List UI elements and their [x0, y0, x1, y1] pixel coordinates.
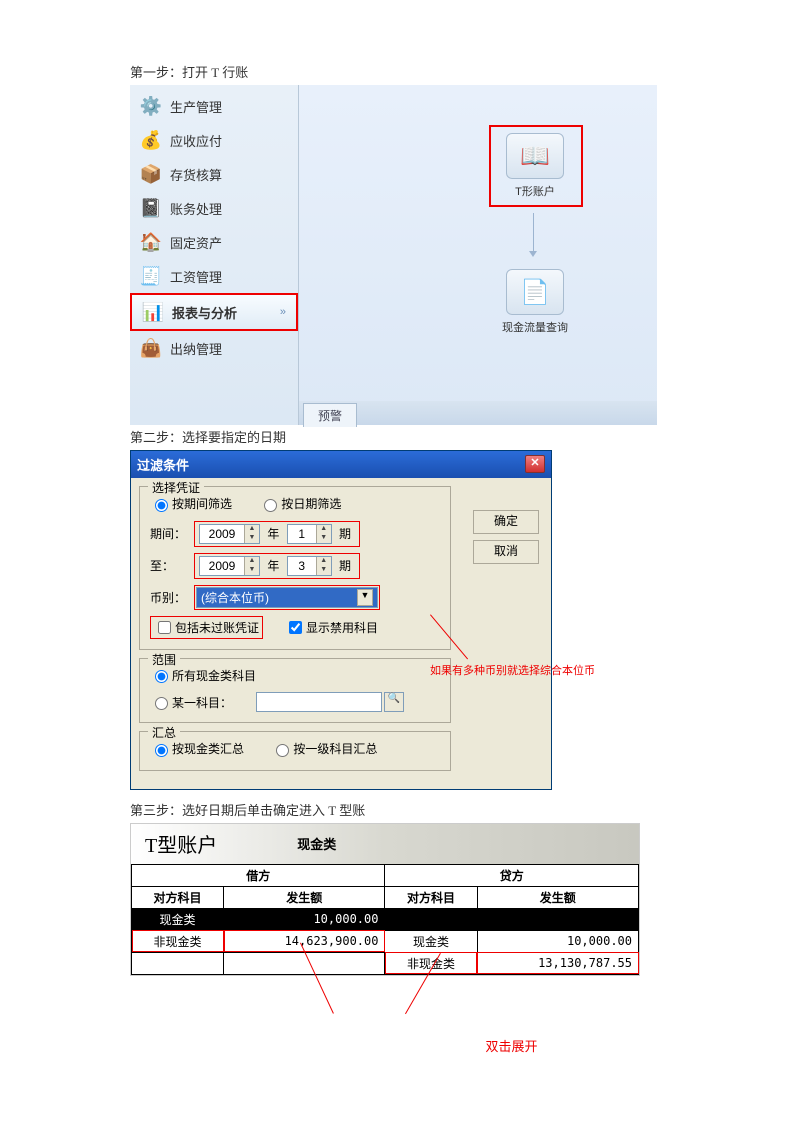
- module-icon: 💰: [138, 127, 164, 153]
- module-icon: 🏠: [138, 229, 164, 255]
- flow-arrow: [533, 213, 534, 255]
- radio-one-account[interactable]: 某一科目：: [150, 694, 232, 711]
- step1-panel: ⚙️生产管理💰应收应付📦存货核算📓账务处理🏠固定资产🧾工资管理📊报表与分析»👜出…: [130, 85, 657, 425]
- module-icon: 🧾: [138, 263, 164, 289]
- sidebar: ⚙️生产管理💰应收应付📦存货核算📓账务处理🏠固定资产🧾工资管理📊报表与分析»👜出…: [130, 85, 299, 425]
- tile-cashflow[interactable]: 📄 现金流量查询: [499, 269, 571, 335]
- module-icon: 👜: [138, 335, 164, 361]
- sidebar-item[interactable]: 📓账务处理: [130, 191, 298, 225]
- book-icon: 📖: [520, 142, 550, 171]
- currency-select[interactable]: (综合本位币)▼: [196, 587, 378, 608]
- filter-dialog: 过滤条件 ✕ 确定 取消 选择凭证 按期间筛选 按日期筛选 期间： 2009▲▼…: [130, 450, 552, 790]
- module-icon: 📓: [138, 195, 164, 221]
- tile-t-account[interactable]: 📖 T形账户: [499, 133, 571, 199]
- radio-date[interactable]: 按日期筛选: [259, 495, 341, 512]
- close-button[interactable]: ✕: [525, 455, 545, 473]
- sidebar-item[interactable]: 🧾工资管理: [130, 259, 298, 293]
- month-from[interactable]: 1▲▼: [287, 524, 332, 544]
- sidebar-item[interactable]: 🏠固定资产: [130, 225, 298, 259]
- chevron-right-icon: »: [280, 306, 286, 318]
- table-row[interactable]: 现金类10,000.00: [132, 908, 639, 930]
- month-to[interactable]: 3▲▼: [287, 556, 332, 576]
- main-area: 📖 T形账户 📄 现金流量查询 预警: [299, 85, 657, 425]
- t-account-panel: T型账户 现金类 借方贷方 对方科目发生额对方科目发生额 现金类10,000.0…: [130, 823, 640, 976]
- tab-warning[interactable]: 预警: [303, 403, 357, 427]
- radio-sum-l1[interactable]: 按一级科目汇总: [271, 740, 377, 757]
- sidebar-item[interactable]: 📦存货核算: [130, 157, 298, 191]
- account-input[interactable]: [256, 692, 382, 712]
- module-icon: 📊: [140, 299, 166, 325]
- t-account-sub: 现金类: [297, 834, 336, 853]
- cancel-button[interactable]: 取消: [473, 540, 539, 564]
- t-account-table: 借方贷方 对方科目发生额对方科目发生额 现金类10,000.00非现金类14,6…: [131, 864, 639, 975]
- annotation-currency: 如果有多种币别就选择综合本位币: [430, 665, 595, 678]
- lookup-button[interactable]: 🔍: [384, 692, 404, 712]
- sidebar-item[interactable]: ⚙️生产管理: [130, 89, 298, 123]
- table-row[interactable]: 非现金类14,623,900.00现金类10,000.00: [132, 930, 639, 952]
- t-account-title: T型账户: [145, 829, 217, 858]
- radio-sum-cash[interactable]: 按现金类汇总: [150, 740, 244, 757]
- step3-label: 第三步：选好日期后单击确定进入 T 型账: [130, 800, 793, 819]
- annotation-expand: 双击展开: [230, 1036, 793, 1055]
- radio-period[interactable]: 按期间筛选: [150, 495, 232, 512]
- fieldset-voucher: 选择凭证: [148, 479, 204, 496]
- fieldset-scope: 范围: [148, 651, 180, 668]
- year-to[interactable]: 2009▲▼: [199, 556, 260, 576]
- module-icon: 📦: [138, 161, 164, 187]
- year-from[interactable]: 2009▲▼: [199, 524, 260, 544]
- cb-disabled[interactable]: 显示禁用科目: [285, 618, 378, 637]
- sidebar-item[interactable]: 💰应收应付: [130, 123, 298, 157]
- sidebar-item[interactable]: 👜出纳管理: [130, 331, 298, 365]
- module-icon: ⚙️: [138, 93, 164, 119]
- step2-label: 第二步：选择要指定的日期: [130, 427, 793, 446]
- radio-all-cash[interactable]: 所有现金类科目: [150, 667, 256, 684]
- ok-button[interactable]: 确定: [473, 510, 539, 534]
- fieldset-summary: 汇总: [148, 724, 180, 741]
- cb-unposted[interactable]: 包括未过账凭证: [154, 618, 259, 637]
- sidebar-item[interactable]: 📊报表与分析»: [130, 293, 298, 331]
- document-icon: 📄: [520, 278, 550, 307]
- dialog-title: 过滤条件: [137, 455, 189, 474]
- step1-label: 第一步：打开 T 行账: [130, 62, 793, 81]
- table-row[interactable]: 非现金类13,130,787.55: [132, 952, 639, 974]
